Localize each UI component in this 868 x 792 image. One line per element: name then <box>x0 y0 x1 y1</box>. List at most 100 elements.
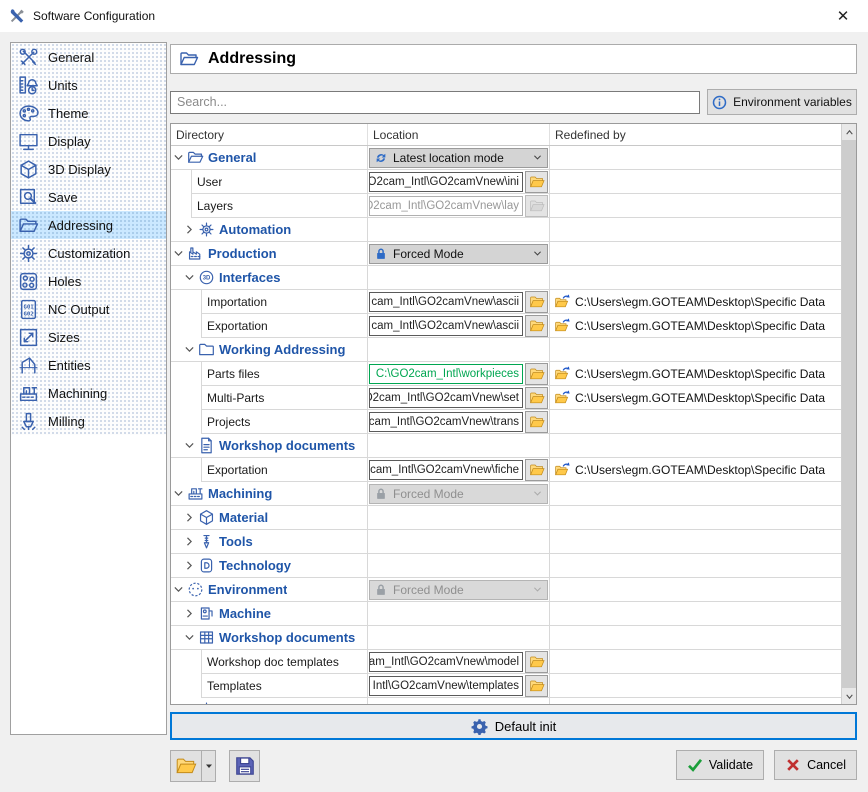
dropdown-value: Forced Mode <box>393 487 464 501</box>
scrollbar-thumb[interactable] <box>842 140 856 688</box>
location-path-input[interactable]: cam_Intl\GO2camVnew\trans <box>369 412 523 432</box>
group-label[interactable]: Workshop documents <box>219 630 355 645</box>
sidebar-item-sizes[interactable]: Sizes <box>11 323 166 351</box>
expand-chevron-icon[interactable] <box>183 559 196 572</box>
location-path-input[interactable]: O2cam_Intl\GO2camVnew\ini <box>369 172 523 192</box>
browse-folder-button[interactable] <box>525 411 548 433</box>
crossed-tools-icon <box>8 7 26 25</box>
sidebar-item-display[interactable]: Display <box>11 127 166 155</box>
location-mode-dropdown[interactable]: Forced Mode <box>369 244 548 264</box>
browse-folder-button[interactable] <box>525 387 548 409</box>
sidebar-item-save[interactable]: Save <box>11 183 166 211</box>
tree-indent <box>171 674 202 698</box>
browse-folder-button[interactable] <box>525 363 548 385</box>
expand-chevron-icon[interactable] <box>183 511 196 524</box>
table-row: Multi-PartsO2cam_Intl\GO2camVnew\setC:\U… <box>171 386 841 410</box>
sidebar-item-addressing[interactable]: Addressing <box>11 211 166 239</box>
browse-folder-button[interactable] <box>525 459 548 481</box>
expand-chevron-icon[interactable] <box>183 607 196 620</box>
directory-cell: Exportation <box>202 314 368 338</box>
group-label[interactable]: Automation <box>219 222 291 237</box>
expand-chevron-icon[interactable] <box>183 703 196 704</box>
group-label[interactable]: Material <box>219 510 268 525</box>
group-label[interactable]: Workshop documents <box>219 438 355 453</box>
collapse-chevron-icon[interactable] <box>172 583 185 596</box>
location-mode-dropdown[interactable]: Latest location mode <box>369 148 548 168</box>
sidebar-item-nc-output[interactable]: G01G02NC Output <box>11 295 166 323</box>
browse-folder-button[interactable] <box>525 675 548 697</box>
browse-folder-button[interactable] <box>525 651 548 673</box>
group-label[interactable]: Working Addressing <box>219 342 345 357</box>
folder-yellow-icon <box>529 678 545 694</box>
collapse-chevron-icon[interactable] <box>172 487 185 500</box>
search-input[interactable] <box>170 91 700 114</box>
scroll-down-icon[interactable] <box>842 688 856 704</box>
directory-label[interactable]: Importation <box>202 295 267 309</box>
sidebar-item-3d-display[interactable]: 3D Display <box>11 155 166 183</box>
save-config-button[interactable] <box>229 750 260 782</box>
sidebar-item-holes[interactable]: Holes <box>11 267 166 295</box>
directory-label[interactable]: Projects <box>202 415 250 429</box>
tools-icon <box>18 47 39 68</box>
directory-label[interactable]: User <box>192 175 222 189</box>
svg-text:3D: 3D <box>203 276 211 282</box>
open-config-dropdown-arrow[interactable] <box>202 751 215 781</box>
column-header-redefined-by[interactable]: Redefined by <box>550 124 856 145</box>
group-label[interactable]: Machining <box>208 486 272 501</box>
display-icon <box>18 131 39 152</box>
column-header-location[interactable]: Location <box>368 124 550 145</box>
expand-chevron-icon[interactable] <box>183 223 196 236</box>
units-icon <box>18 75 39 96</box>
directory-label[interactable]: Templates <box>202 679 262 693</box>
gear-sync-icon <box>471 718 488 735</box>
group-label[interactable]: Production <box>208 246 277 261</box>
sidebar-item-theme[interactable]: Theme <box>11 99 166 127</box>
expand-chevron-icon[interactable] <box>183 535 196 548</box>
collapse-chevron-icon[interactable] <box>172 247 185 260</box>
directory-label[interactable]: Exportation <box>202 319 268 333</box>
location-path-input[interactable]: Intl\GO2camVnew\templates <box>369 676 523 696</box>
close-button[interactable]: ✕ <box>826 3 860 29</box>
cancel-button[interactable]: Cancel <box>774 750 857 780</box>
directory-label[interactable]: Parts files <box>202 367 260 381</box>
validate-button[interactable]: Validate <box>676 750 764 780</box>
open-config-split-button[interactable] <box>170 750 216 782</box>
location-path-input[interactable]: am_Intl\GO2camVnew\model <box>369 652 523 672</box>
sidebar-item-entities[interactable]: Entities <box>11 351 166 379</box>
default-init-button[interactable]: Default init <box>170 712 857 740</box>
column-header-directory[interactable]: Directory <box>171 124 368 145</box>
collapse-chevron-icon[interactable] <box>172 151 185 164</box>
group-label[interactable]: Tools <box>219 534 253 549</box>
scroll-up-icon[interactable] <box>842 124 856 140</box>
collapse-chevron-icon[interactable] <box>183 631 196 644</box>
group-label[interactable]: Machine <box>219 606 271 621</box>
location-path-input[interactable]: O2cam_Intl\GO2camVnew\set <box>369 388 523 408</box>
directory-label[interactable]: Multi-Parts <box>202 391 264 405</box>
sidebar-item-general[interactable]: General <box>11 43 166 71</box>
environment-variables-button[interactable]: Environment variables <box>707 89 857 115</box>
browse-folder-button[interactable] <box>525 315 548 337</box>
collapse-chevron-icon[interactable] <box>183 271 196 284</box>
location-path-input[interactable]: C:\GO2cam_Intl\workpieces <box>369 364 523 384</box>
group-label[interactable]: Technology <box>219 558 291 573</box>
sidebar-item-milling[interactable]: Milling <box>11 407 166 435</box>
collapse-chevron-icon[interactable] <box>183 343 196 356</box>
browse-folder-button[interactable] <box>525 171 548 193</box>
group-label[interactable]: Environment <box>208 582 287 597</box>
directory-label[interactable]: Exportation <box>202 463 268 477</box>
folder-yellow-icon <box>529 318 545 334</box>
location-path-input[interactable]: cam_Intl\GO2camVnew\ascii <box>369 316 523 336</box>
open-config-button[interactable] <box>171 751 202 781</box>
location-path-input[interactable]: cam_Intl\GO2camVnew\fiche <box>369 460 523 480</box>
location-path-input[interactable]: cam_Intl\GO2camVnew\ascii <box>369 292 523 312</box>
group-label[interactable]: Interfaces <box>219 270 280 285</box>
vertical-scrollbar[interactable] <box>841 124 856 704</box>
sidebar-item-machining[interactable]: Machining <box>11 379 166 407</box>
browse-folder-button[interactable] <box>525 291 548 313</box>
directory-label[interactable]: Workshop doc templates <box>202 655 339 669</box>
directory-label[interactable]: Layers <box>192 199 233 213</box>
group-label[interactable]: General <box>208 150 256 165</box>
sidebar-item-customization[interactable]: Customization <box>11 239 166 267</box>
collapse-chevron-icon[interactable] <box>183 439 196 452</box>
sidebar-item-units[interactable]: Units <box>11 71 166 99</box>
